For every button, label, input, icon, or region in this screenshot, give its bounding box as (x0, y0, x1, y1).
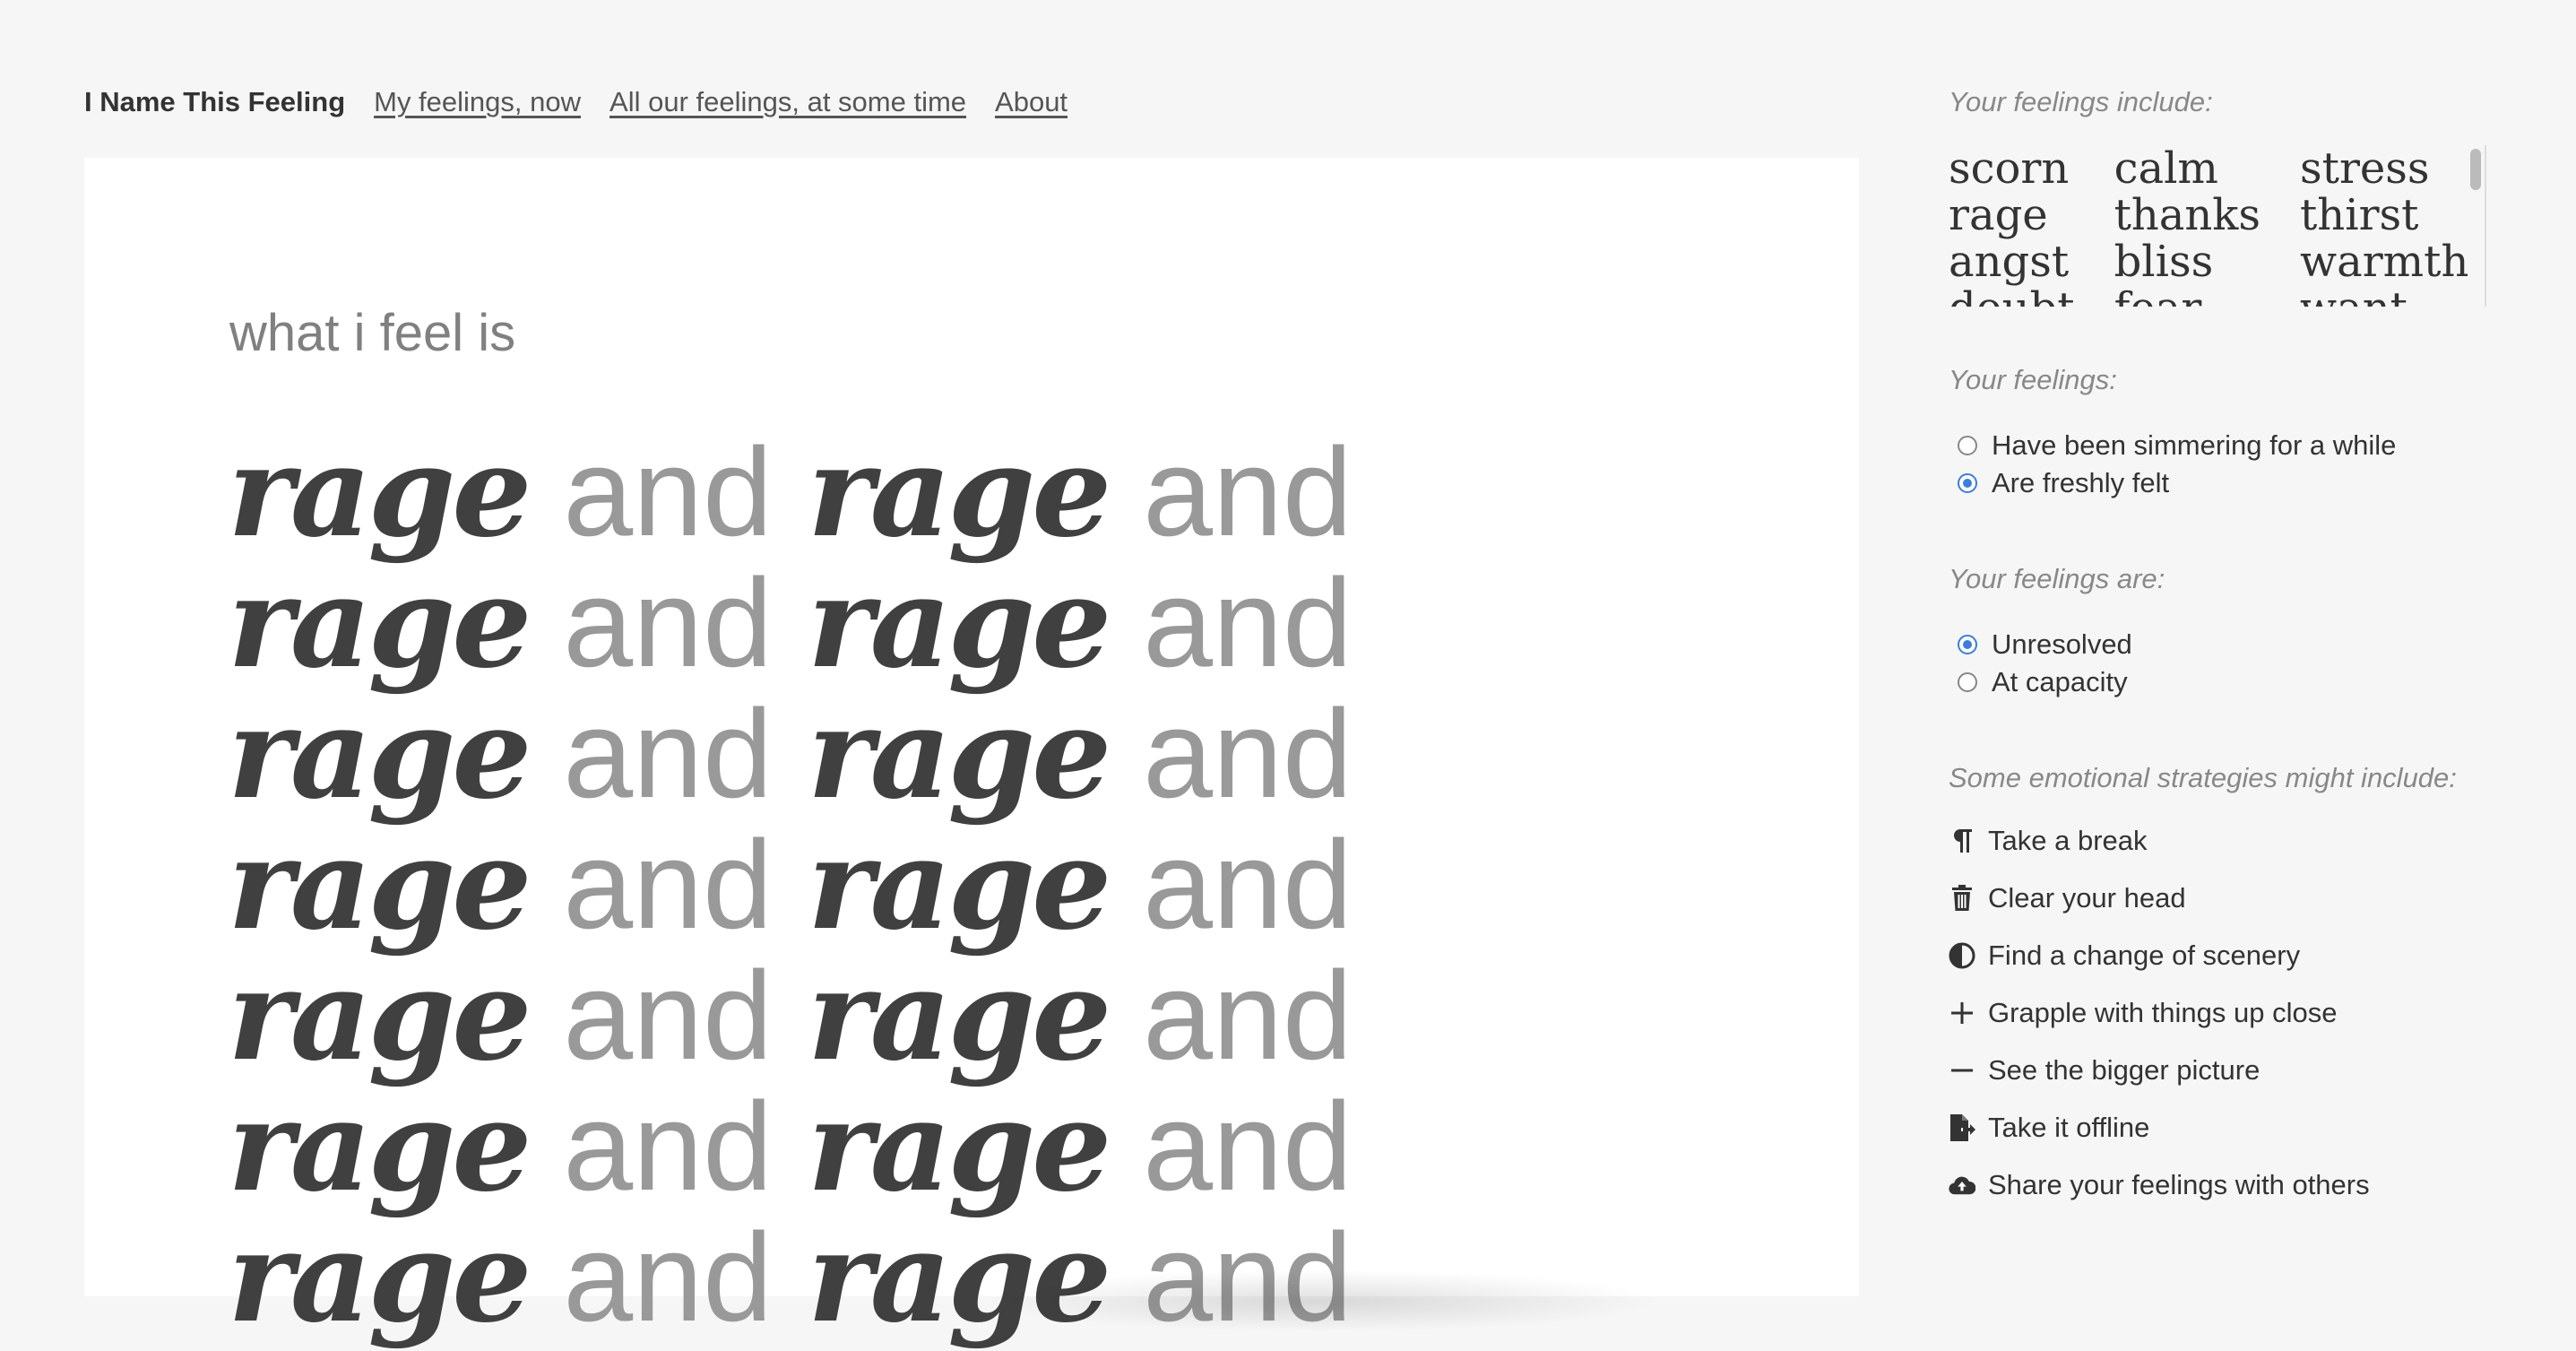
radio-button[interactable] (1958, 436, 1977, 455)
top-nav: I Name This Feeling My feelings, now All… (84, 86, 1068, 118)
cloud-upload-icon (1949, 1173, 1975, 1198)
radio-button-selected[interactable] (1958, 473, 1977, 493)
feeling-item[interactable]: doubt (1949, 285, 2075, 307)
connector-word: and (563, 1207, 773, 1347)
feelings-heading: Your feelings include: (1949, 86, 2213, 117)
feeling-word: rage (807, 680, 1111, 827)
nav-link-my-feelings[interactable]: My feelings, now (374, 86, 581, 118)
radio-freshly-felt[interactable]: Are freshly felt (1949, 464, 2486, 502)
nav-link-about[interactable]: About (995, 86, 1068, 118)
plus-icon (1949, 1001, 1975, 1025)
feeling-word: rage (807, 942, 1111, 1089)
connector-word: and (1143, 814, 1353, 955)
connector-word: and (1143, 1076, 1353, 1217)
connector-word: and (563, 1076, 773, 1217)
feeling-word: rage (807, 419, 1111, 566)
strategy-label: Take a break (1988, 825, 2148, 856)
feeling-item[interactable]: fear (2114, 285, 2260, 307)
strategy-label: Share your feelings with others (1988, 1169, 2370, 1200)
strategy-bigger-picture[interactable]: See the bigger picture (1949, 1042, 2486, 1099)
feelings-list-box[interactable]: scorn calm stress rage thanks thirst angst blis… (1949, 145, 2486, 307)
strategy-label: Take it offline (1988, 1112, 2150, 1143)
minus-icon (1949, 1059, 1975, 1082)
feeling-word: rage (228, 811, 532, 958)
connector-word: and (563, 814, 773, 955)
feeling-item[interactable]: angst (1949, 238, 2075, 285)
feeling-item[interactable]: stress (2300, 145, 2468, 192)
feeling-word: rage (228, 680, 532, 827)
connector-word: and (1143, 552, 1353, 693)
strategy-label: See the bigger picture (1988, 1054, 2260, 1086)
feeling-word: rage (807, 550, 1111, 697)
feeling-word: rage (807, 811, 1111, 958)
radio-button-selected[interactable] (1958, 635, 1977, 654)
feelings-scrollbar[interactable] (2470, 149, 2481, 190)
feeling-word: rage (228, 419, 532, 566)
contrast-icon (1949, 942, 1975, 969)
radio-unresolved[interactable]: Unresolved (1949, 626, 2486, 663)
feeling-item[interactable]: calm (2114, 145, 2260, 192)
radio-simmering[interactable]: Have been simmering for a while (1949, 427, 2486, 464)
feeling-word: rage (228, 1204, 532, 1351)
feeling-item[interactable]: thirst (2300, 192, 2468, 238)
connector-word: and (563, 945, 773, 1086)
radio-button[interactable] (1958, 672, 1977, 692)
sidebar: Your feelings include: scorn calm stress ra… (1949, 86, 2486, 1214)
strategy-clear-your-head[interactable]: Clear your head (1949, 870, 2486, 927)
file-export-icon (1949, 1113, 1975, 1142)
strategy-change-of-scenery[interactable]: Find a change of scenery (1949, 927, 2486, 984)
radio-label: Have been simmering for a while (1992, 429, 2397, 461)
connector-word: and (1143, 945, 1353, 1086)
feeling-item[interactable]: warmth (2300, 238, 2468, 285)
connector-word: and (563, 421, 773, 562)
feeling-word: rage (228, 942, 532, 1089)
radio-label: At capacity (1992, 666, 2128, 697)
lead-text: what i feel is (229, 304, 516, 362)
nav-link-all-feelings[interactable]: All our feelings, at some time (609, 86, 966, 118)
strategies-section: Some emotional strategies might include:… (1949, 762, 2486, 1214)
pilcrow-icon (1949, 827, 1975, 854)
connector-word: and (1143, 683, 1353, 824)
feeling-item[interactable]: bliss (2114, 238, 2260, 285)
feeling-item[interactable]: thanks (2114, 192, 2260, 238)
feeling-item[interactable]: rage (1949, 192, 2075, 238)
feeling-word: rage (228, 1073, 532, 1220)
feeling-word: rage (807, 1073, 1111, 1220)
trash-icon (1949, 885, 1975, 912)
feeling-item[interactable]: want (2300, 285, 2468, 307)
feeling-word: rage (228, 550, 532, 697)
strategy-label: Find a change of scenery (1988, 940, 2301, 971)
strategy-take-it-offline[interactable]: Take it offline (1949, 1099, 2486, 1156)
radio-label: Unresolved (1992, 628, 2132, 660)
strategy-label: Clear your head (1988, 882, 2186, 914)
feelings-list: scorn calm stress rage thanks thirst angst blis… (1949, 145, 2468, 307)
feeling-word: rage (807, 1204, 1111, 1351)
feeling-card: what i feel is rage and rage and rage an… (84, 158, 1859, 1343)
connector-word: and (563, 683, 773, 824)
state-section: Your feelings are: Unresolved At capacit… (1949, 563, 2486, 701)
strategy-take-a-break[interactable]: Take a break (1949, 812, 2486, 870)
strategy-label: Grapple with things up close (1988, 997, 2338, 1028)
timing-section: Your feelings: Have been simmering for a… (1949, 364, 2486, 502)
timing-heading: Your feelings: (1949, 364, 2117, 395)
feeling-phrase: rage and rage and rage and rage and rage… (228, 427, 1626, 1344)
feeling-item[interactable]: scorn (1949, 145, 2075, 192)
strategy-share-feelings[interactable]: Share your feelings with others (1949, 1156, 2486, 1214)
decorative-shadow (981, 1269, 1662, 1332)
radio-at-capacity[interactable]: At capacity (1949, 663, 2486, 701)
strategies-heading: Some emotional strategies might include: (1949, 762, 2457, 793)
site-title[interactable]: I Name This Feeling (84, 86, 345, 118)
state-heading: Your feelings are: (1949, 563, 2165, 594)
radio-label: Are freshly felt (1992, 467, 2170, 498)
connector-word: and (1143, 421, 1353, 562)
connector-word: and (563, 552, 773, 693)
strategy-grapple-up-close[interactable]: Grapple with things up close (1949, 984, 2486, 1042)
